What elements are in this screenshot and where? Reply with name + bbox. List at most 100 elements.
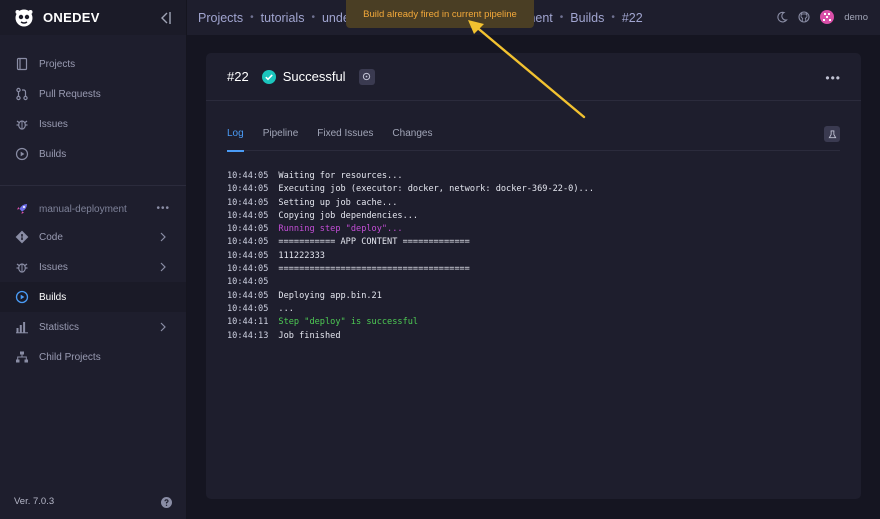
avatar[interactable] xyxy=(820,10,835,24)
project-nav: Code Issues Builds Statistics Child Proj… xyxy=(0,222,186,372)
breadcrumb-separator: • xyxy=(611,12,615,23)
log-timestamp: 10:44:05 xyxy=(227,171,269,181)
sidebar-item-projects[interactable]: Projects xyxy=(0,49,186,79)
log-line: 10:44:05 Setting up job cache... xyxy=(227,197,594,210)
sidebar-item-label: Builds xyxy=(39,291,67,303)
more-options-icon[interactable]: ••• xyxy=(825,71,841,85)
logo-row[interactable]: ONEDEV xyxy=(0,0,186,35)
build-tabs: Log Pipeline Fixed Issues Changes xyxy=(227,126,840,152)
log-message: 111222333 xyxy=(278,250,325,261)
tab-fixed-issues[interactable]: Fixed Issues xyxy=(317,126,373,151)
check-circle-icon xyxy=(261,69,276,84)
app-name: ONEDEV xyxy=(43,10,100,25)
sidebar-item-label: Projects xyxy=(39,58,76,70)
log-message: =========== APP CONTENT ============= xyxy=(278,237,470,248)
log-timestamp: 10:44:05 xyxy=(227,250,269,261)
github-icon[interactable] xyxy=(798,11,810,23)
sidebar-item-project-issues[interactable]: Issues xyxy=(0,252,186,282)
log-timestamp: 10:44:05 xyxy=(227,237,269,248)
user-name[interactable]: demo xyxy=(844,12,868,23)
breadcrumb-builds[interactable]: Builds xyxy=(570,11,604,25)
bug-icon xyxy=(16,263,28,273)
play-circle-icon xyxy=(15,290,29,304)
sidebar-item-label: Code xyxy=(39,231,63,243)
log-line: 10:44:05... xyxy=(227,303,594,316)
breadcrumb-build-number: #22 xyxy=(621,10,643,25)
log-timestamp: 10:44:05 xyxy=(227,224,269,235)
log-line: 10:44:13 Job finished xyxy=(227,330,594,343)
chevron-right-icon xyxy=(160,322,166,332)
log-message: Setting up job cache... xyxy=(278,197,398,208)
sidebar-item-label: Child Projects xyxy=(39,351,101,363)
sidebar-divider xyxy=(0,185,186,186)
sidebar-item-label: Issues xyxy=(39,118,68,130)
log-timestamp: 10:44:13 xyxy=(227,330,269,341)
sidebar-item-statistics[interactable]: Statistics xyxy=(0,312,186,342)
tab-pipeline[interactable]: Pipeline xyxy=(263,126,299,151)
build-header: #22 Successful ••• xyxy=(206,53,861,101)
log-line: 10:44:05 ================================… xyxy=(227,263,594,276)
log-message: Step "deploy" is successful xyxy=(278,317,419,328)
chevron-right-icon xyxy=(160,262,166,272)
log-line: 10:44:05 =========== APP CONTENT ========… xyxy=(227,236,594,249)
build-status: Successful xyxy=(282,69,346,84)
help-icon[interactable] xyxy=(161,497,172,508)
log-line: 10:44:05 Copying job dependencies... xyxy=(227,210,594,223)
pull-request-icon xyxy=(16,87,28,101)
log-message: Waiting for resources... xyxy=(278,171,403,181)
sidebar-item-pull-requests[interactable]: Pull Requests xyxy=(0,79,186,109)
sidebar-item-code[interactable]: Code xyxy=(0,222,186,252)
projects-icon xyxy=(16,57,28,71)
global-nav: Projects Pull Requests Issues Builds xyxy=(0,35,186,169)
log-timestamp: 10:44:05 xyxy=(227,197,269,208)
log-message: Job finished xyxy=(278,330,341,341)
sidebar-item-label: Builds xyxy=(39,148,67,160)
log-timestamp: 10:44:05 xyxy=(227,290,269,301)
chevron-right-icon xyxy=(160,232,166,242)
log-line: 10:44:05 Waiting for resources... xyxy=(227,170,594,183)
download-icon xyxy=(828,129,836,138)
log-message: ===================================== xyxy=(278,264,470,275)
version-label: Ver. 7.0.3 xyxy=(14,496,55,507)
log-line: 10:44:11 Step "deploy" is successful xyxy=(227,316,594,329)
avatar-pattern-icon xyxy=(823,13,832,21)
log-tool-button[interactable] xyxy=(824,126,840,142)
log-message: Running step "deploy"... xyxy=(278,224,403,235)
current-project[interactable]: manual-deployment ••• xyxy=(0,196,186,222)
sidebar-item-label: Pull Requests xyxy=(39,88,101,100)
sidebar-item-child-projects[interactable]: Child Projects xyxy=(0,342,186,372)
tree-icon xyxy=(16,351,28,363)
tab-log[interactable]: Log xyxy=(227,126,244,152)
git-icon xyxy=(15,230,29,244)
bar-chart-icon xyxy=(16,322,28,334)
collapse-sidebar-icon[interactable] xyxy=(158,11,172,25)
sidebar-item-label: Issues xyxy=(39,261,68,273)
log-timestamp: 10:44:05 xyxy=(227,264,269,275)
rerun-icon[interactable] xyxy=(358,68,375,85)
sidebar-item-builds[interactable]: Builds xyxy=(0,139,186,169)
breadcrumb-separator: • xyxy=(559,12,564,23)
log-line: 10:44:05 xyxy=(227,276,594,289)
log-line: 10:44:05 Deploying app.bin.21 xyxy=(227,290,594,303)
log-message: Copying job dependencies... xyxy=(278,210,419,221)
log-line: 10:44:05 Executing job (executor: docker,… xyxy=(227,183,594,196)
toast-notification: Build already fired in current pipeline xyxy=(346,0,534,28)
project-name: manual-deployment xyxy=(39,203,127,215)
log-message: Executing job (executor: docker, network… xyxy=(278,184,595,195)
project-more-icon[interactable]: ••• xyxy=(156,203,170,214)
sidebar-item-issues[interactable]: Issues xyxy=(0,109,186,139)
log-timestamp: 10:44:05 xyxy=(227,210,269,221)
moon-icon[interactable] xyxy=(776,11,789,23)
onedev-logo-icon xyxy=(15,9,33,26)
rocket-icon xyxy=(17,204,27,214)
breadcrumb-projects[interactable]: Projects xyxy=(198,11,243,25)
tab-changes[interactable]: Changes xyxy=(392,126,432,151)
sidebar-item-project-builds[interactable]: Builds xyxy=(0,282,186,312)
log-message: ... xyxy=(278,303,294,314)
log-timestamp: 10:44:05 xyxy=(227,303,269,314)
log-line: 10:44:05 Running step "deploy"... xyxy=(227,223,594,236)
sidebar-item-label: Statistics xyxy=(39,321,80,333)
breadcrumb-tutorials[interactable]: tutorials xyxy=(261,11,305,25)
build-detail-card: #22 Successful ••• Log Pipeline Fixed Is… xyxy=(206,53,861,499)
top-right-controls: demo xyxy=(776,10,868,24)
